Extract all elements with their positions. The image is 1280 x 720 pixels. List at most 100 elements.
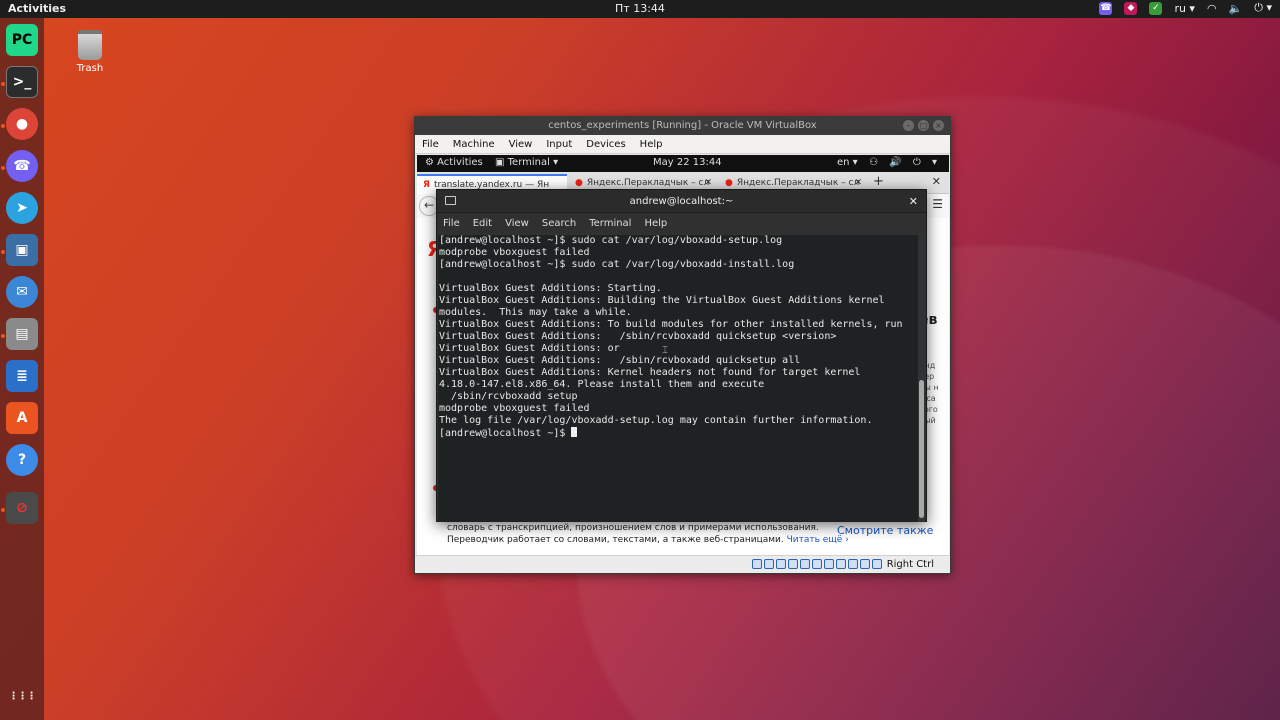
guest-top-panel: ⚙ Activities ▣ Terminal ▾ May 22 13:44 e… <box>417 155 949 172</box>
network-adapter-icon[interactable] <box>788 559 798 569</box>
term-menu-search[interactable]: Search <box>542 218 576 229</box>
terminal-label: >_ <box>12 74 32 90</box>
running-indicator <box>1 508 5 512</box>
terminal-line: VirtualBox Guest Additions: To build mod… <box>439 319 903 330</box>
libreoffice-writer-icon[interactable]: ≣ <box>6 360 38 392</box>
guest-activities[interactable]: ⚙ Activities <box>425 157 483 168</box>
see-also-link[interactable]: Смотрите также <box>837 524 933 537</box>
trash-desktop-icon[interactable]: Trash <box>70 30 110 74</box>
shared-folder-icon[interactable] <box>812 559 822 569</box>
page-description: словарь с транскрипцией, произношением с… <box>447 522 849 546</box>
browser-close-icon[interactable]: ✕ <box>932 175 941 188</box>
keyboard-icon[interactable] <box>872 559 882 569</box>
terminal-prompt: [andrew@localhost ~]$ <box>439 428 572 439</box>
menu-file[interactable]: File <box>422 139 439 150</box>
terminal-line: 4.18.0-147.el8.x86_64. Please install th… <box>439 379 765 390</box>
terminal-app-icon <box>445 196 456 205</box>
guest-tray[interactable]: ⚇ 🔊 ⏻ ▾ <box>869 157 941 168</box>
network-icon[interactable]: ◠ <box>1207 2 1217 15</box>
menu-devices[interactable]: Devices <box>586 139 625 150</box>
term-menu-terminal[interactable]: Terminal <box>589 218 631 229</box>
description-line: Переводчик работает со словами, текстами… <box>447 535 784 545</box>
trash-icon <box>78 30 102 60</box>
activities-button[interactable]: Activities <box>8 2 66 15</box>
hdd-icon[interactable] <box>752 559 762 569</box>
terminal-scrollbar[interactable] <box>918 235 925 522</box>
help-label: ? <box>17 452 27 468</box>
terminal-line: VirtualBox Guest Additions: /sbin/rcvbox… <box>439 355 801 366</box>
terminal-line: /sbin/rcvboxadd setup <box>439 391 578 402</box>
language-indicator[interactable]: ru ▾ <box>1174 2 1195 15</box>
vbox-title: centos_experiments [Running] - Oracle VM… <box>548 120 817 131</box>
terminal-line: The log file /var/log/vboxadd-setup.log … <box>439 415 873 426</box>
new-tab-button[interactable]: + <box>873 174 884 189</box>
volume-icon[interactable]: 🔈 <box>1229 2 1243 15</box>
guest-terminal-menu[interactable]: ▣ Terminal ▾ <box>495 157 558 168</box>
chrome-icon[interactable]: ● <box>6 108 38 140</box>
thunderbird-icon[interactable]: ✉ <box>6 276 38 308</box>
device-icons <box>752 559 882 569</box>
usb-icon[interactable] <box>800 559 810 569</box>
recording-icon[interactable] <box>836 559 846 569</box>
terminal-line: [andrew@localhost ~]$ sudo cat /var/log/… <box>439 259 795 270</box>
mouse-ibeam-icon: ⌶ <box>662 345 668 356</box>
display-icon[interactable] <box>824 559 834 569</box>
menu-view[interactable]: View <box>509 139 533 150</box>
menu-help[interactable]: Help <box>640 139 663 150</box>
terminal-titlebar[interactable]: andrew@localhost:~ ✕ <box>437 190 926 213</box>
virtualbox-icon[interactable]: ▣ <box>6 234 38 266</box>
terminal-menubar: File Edit View Search Terminal Help <box>437 213 926 234</box>
close-button[interactable]: × <box>933 120 944 131</box>
show-applications-icon[interactable]: ⋮⋮⋮ <box>6 680 38 712</box>
tab-label: Яндекс.Перакладчык – сл <box>586 178 710 188</box>
terminal-line: VirtualBox Guest Additions: or <box>439 343 620 354</box>
vbox-menubar: File Machine View Input Devices Help <box>415 135 950 154</box>
pycharm-icon[interactable]: PC <box>6 24 38 56</box>
running-indicator <box>1 124 5 128</box>
terminal-icon[interactable]: >_ <box>6 66 38 98</box>
scrollbar-thumb[interactable] <box>919 380 924 518</box>
guest-language[interactable]: en ▾ <box>837 157 858 168</box>
guest-clock[interactable]: May 22 13:44 <box>653 157 722 168</box>
terminal-prompt-line[interactable]: [andrew@localhost ~]$ <box>439 427 919 440</box>
mouse-integration-icon[interactable] <box>860 559 870 569</box>
viber-tray-icon[interactable]: ☎ <box>1099 1 1113 15</box>
telegram-icon[interactable]: ➤ <box>6 192 38 224</box>
files-icon[interactable]: ▤ <box>6 318 38 350</box>
software-center-icon[interactable]: A <box>6 402 38 434</box>
clock[interactable]: Пт 13:44 <box>0 2 1280 15</box>
terminal-output[interactable]: [andrew@localhost ~]$ sudo cat /var/log/… <box>438 235 919 522</box>
optical-drive-icon[interactable] <box>764 559 774 569</box>
power-icon[interactable]: ⏻ ▾ <box>1254 1 1272 15</box>
help-icon[interactable]: ? <box>6 444 38 476</box>
favicon-icon: ● <box>575 178 583 188</box>
show-apps-label: ⋮⋮⋮ <box>8 690 37 702</box>
shield-tray-icon[interactable]: ✓ <box>1149 1 1163 15</box>
top-panel: Activities Пт 13:44 ☎ ◆ ✓ ru ▾ ◠ 🔈 ⏻ ▾ <box>0 0 1280 18</box>
term-menu-file[interactable]: File <box>443 218 460 229</box>
terminal-line: modprobe vboxguest failed <box>439 247 590 258</box>
browser-menu-icon[interactable]: ☰ <box>932 197 943 211</box>
yandex-favicon-icon: Я <box>423 180 430 190</box>
terminal-window: andrew@localhost:~ ✕ File Edit View Sear… <box>436 189 927 522</box>
dock: PC >_ ● ☎ ➤ ▣ ✉ ▤ ≣ A ? ⊘ ⋮⋮⋮ <box>0 18 44 720</box>
minimize-button[interactable]: – <box>903 120 914 131</box>
running-indicator <box>1 250 5 254</box>
vbox-titlebar[interactable]: centos_experiments [Running] - Oracle VM… <box>415 117 950 135</box>
term-menu-help[interactable]: Help <box>644 218 667 229</box>
terminal-title: andrew@localhost:~ <box>629 196 734 207</box>
audio-icon[interactable] <box>776 559 786 569</box>
term-menu-edit[interactable]: Edit <box>473 218 492 229</box>
terminal-close-icon[interactable]: ✕ <box>909 190 918 213</box>
running-indicator <box>1 82 5 86</box>
term-menu-view[interactable]: View <box>505 218 529 229</box>
maximize-button[interactable]: □ <box>918 120 929 131</box>
app-tray-icon[interactable]: ◆ <box>1124 1 1138 15</box>
menu-input[interactable]: Input <box>546 139 572 150</box>
menu-machine[interactable]: Machine <box>453 139 495 150</box>
favicon-icon: ● <box>725 178 733 188</box>
cpu-icon[interactable] <box>848 559 858 569</box>
viber-icon[interactable]: ☎ <box>6 150 38 182</box>
terminal-line: VirtualBox Guest Additions: Kernel heade… <box>439 367 861 378</box>
vm-stop-icon[interactable]: ⊘ <box>6 492 38 524</box>
